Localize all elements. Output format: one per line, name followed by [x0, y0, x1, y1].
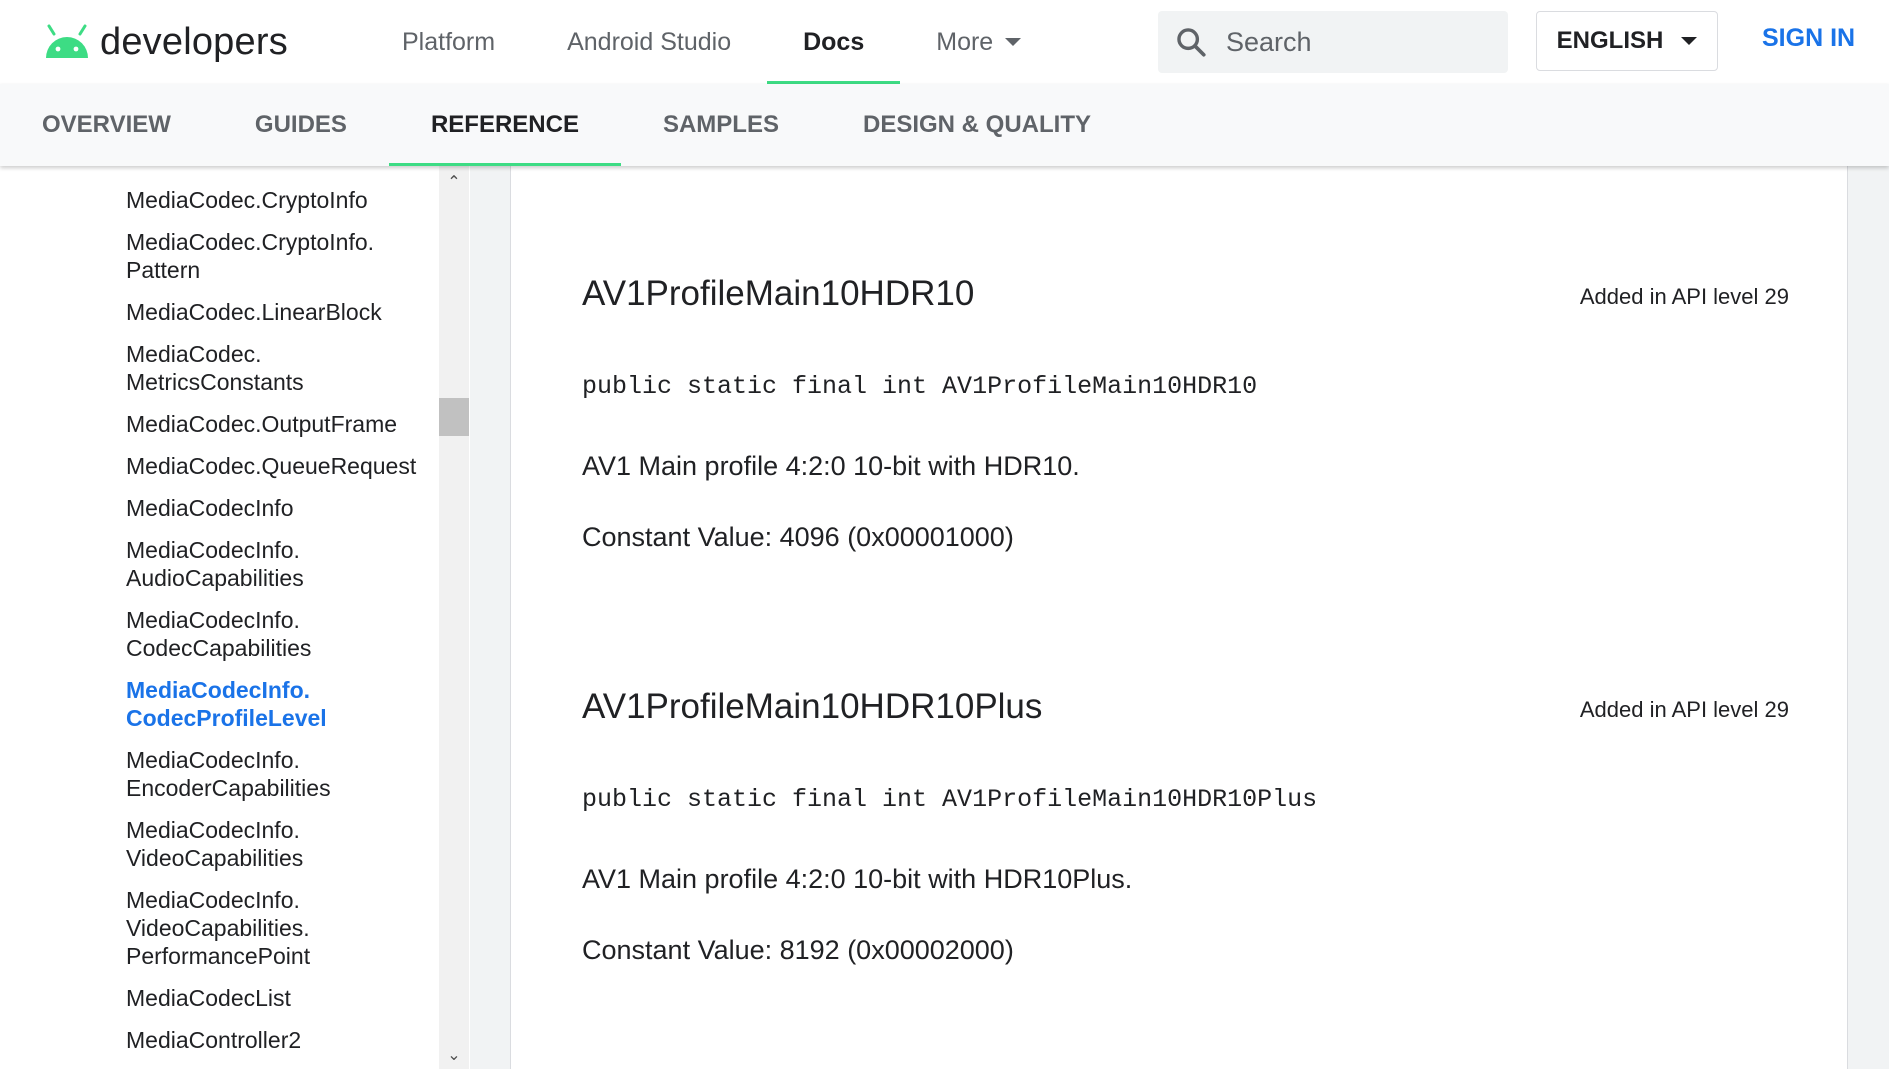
constant-section: AV1ProfileMain10HDR10Plus Added in API l…: [582, 687, 1789, 966]
search-input[interactable]: [1224, 25, 1488, 59]
constant-description: AV1 Main profile 4:2:0 10-bit with HDR10…: [582, 451, 1080, 481]
nav-platform[interactable]: Platform: [366, 0, 531, 84]
nav-android-studio[interactable]: Android Studio: [531, 0, 767, 84]
sidebar-list: MediaCodec.Callback MediaCodec.CryptoInfo…: [126, 166, 426, 1068]
sidebar-item[interactable]: MediaCodec.LinearBlock: [126, 298, 426, 326]
search-box[interactable]: [1158, 11, 1508, 73]
language-select[interactable]: ENGLISH: [1536, 11, 1718, 71]
sidebar-item[interactable]: MediaCodecInfo. CodecCapabilities: [126, 606, 426, 662]
sidebar-item[interactable]: MediaCodec.CryptoInfo: [126, 186, 426, 214]
dropdown-arrow-icon: [1005, 38, 1022, 46]
docs-subnav: OVERVIEW GUIDES REFERENCE SAMPLES DESIGN…: [0, 84, 1889, 166]
main-content: AV1ProfileMain10HDR10 Added in API level…: [510, 166, 1848, 1069]
constant-signature: public static final int AV1ProfileMain10…: [582, 785, 1318, 814]
sidebar-item[interactable]: MediaCodecInfo. VideoCapabilities: [126, 816, 426, 872]
api-level-label: Added in API level 29: [1579, 697, 1789, 722]
sidebar-item[interactable]: MediaCodecInfo. EncoderCapabilities: [126, 746, 426, 802]
sidebar-item[interactable]: MediaCodecInfo: [126, 494, 426, 522]
tab-guides[interactable]: GUIDES: [213, 84, 389, 166]
scroll-up-icon[interactable]: ⌃: [439, 170, 469, 194]
sidebar-item[interactable]: MediaCodec. MetricsConstants: [126, 340, 426, 396]
nav-docs[interactable]: Docs: [767, 0, 901, 84]
tab-overview[interactable]: OVERVIEW: [0, 84, 213, 166]
nav-label: Android Studio: [567, 27, 732, 56]
content-gutter: [470, 166, 510, 1069]
scroll-down-icon[interactable]: ⌄: [439, 1043, 469, 1067]
android-icon: [46, 24, 88, 58]
sidebar-item[interactable]: MediaCodec.OutputFrame: [126, 410, 426, 438]
tab-design-quality[interactable]: DESIGN & QUALITY: [821, 84, 1133, 166]
search-icon: [1177, 28, 1206, 57]
top-nav: Platform Android Studio Docs More: [366, 0, 1057, 84]
constant-description: AV1 Main profile 4:2:0 10-bit with HDR10…: [582, 864, 1133, 894]
developers-logo[interactable]: developers: [42, 18, 288, 66]
sidebar-item[interactable]: MediaCodecInfo. VideoCapabilities. Perfo…: [126, 886, 426, 970]
nav-more[interactable]: More: [900, 0, 1057, 84]
constant-value: Constant Value: 4096 (0x00001000): [582, 522, 1014, 552]
constant-value: Constant Value: 8192 (0x00002000): [582, 935, 1014, 965]
language-label: ENGLISH: [1556, 27, 1664, 54]
constant-section: AV1ProfileMain10HDR10 Added in API level…: [582, 274, 1789, 553]
api-level-label: Added in API level 29: [1579, 284, 1789, 309]
logo-text: developers: [100, 20, 288, 63]
sidebar-item[interactable]: MediaCodecList: [126, 984, 426, 1012]
tab-reference[interactable]: REFERENCE: [388, 84, 621, 166]
constant-signature: public static final int AV1ProfileMain10…: [582, 372, 1258, 401]
nav-label: More: [936, 27, 994, 56]
nav-label: Platform: [402, 27, 496, 56]
tab-samples[interactable]: SAMPLES: [621, 84, 821, 166]
sidebar-item[interactable]: MediaController2: [126, 1026, 426, 1054]
sign-in-link[interactable]: SIGN IN: [1762, 24, 1855, 53]
sidebar-item[interactable]: MediaCodecInfo. AudioCapabilities: [126, 536, 426, 592]
sidebar-item[interactable]: MediaCodec.QueueRequest: [126, 452, 426, 480]
sidebar-item[interactable]: MediaCodec.CryptoInfo. Pattern: [126, 228, 426, 284]
content-gutter-right: [1848, 166, 1889, 1069]
scrollbar-thumb[interactable]: [439, 398, 469, 436]
reference-sidebar: MediaCodec.Callback MediaCodec.CryptoInfo…: [0, 166, 470, 1069]
sidebar-item[interactable]: MediaCodecInfo. CodecProfileLevel: [126, 676, 426, 732]
top-header: developers Platform Android Studio Docs …: [0, 0, 1889, 84]
sidebar-scrollbar[interactable]: ⌃ ⌄: [439, 166, 469, 1069]
nav-label: Docs: [803, 27, 865, 56]
sidebar-item[interactable]: MediaCodec.Callback: [126, 166, 426, 172]
dropdown-arrow-icon: [1681, 37, 1698, 45]
